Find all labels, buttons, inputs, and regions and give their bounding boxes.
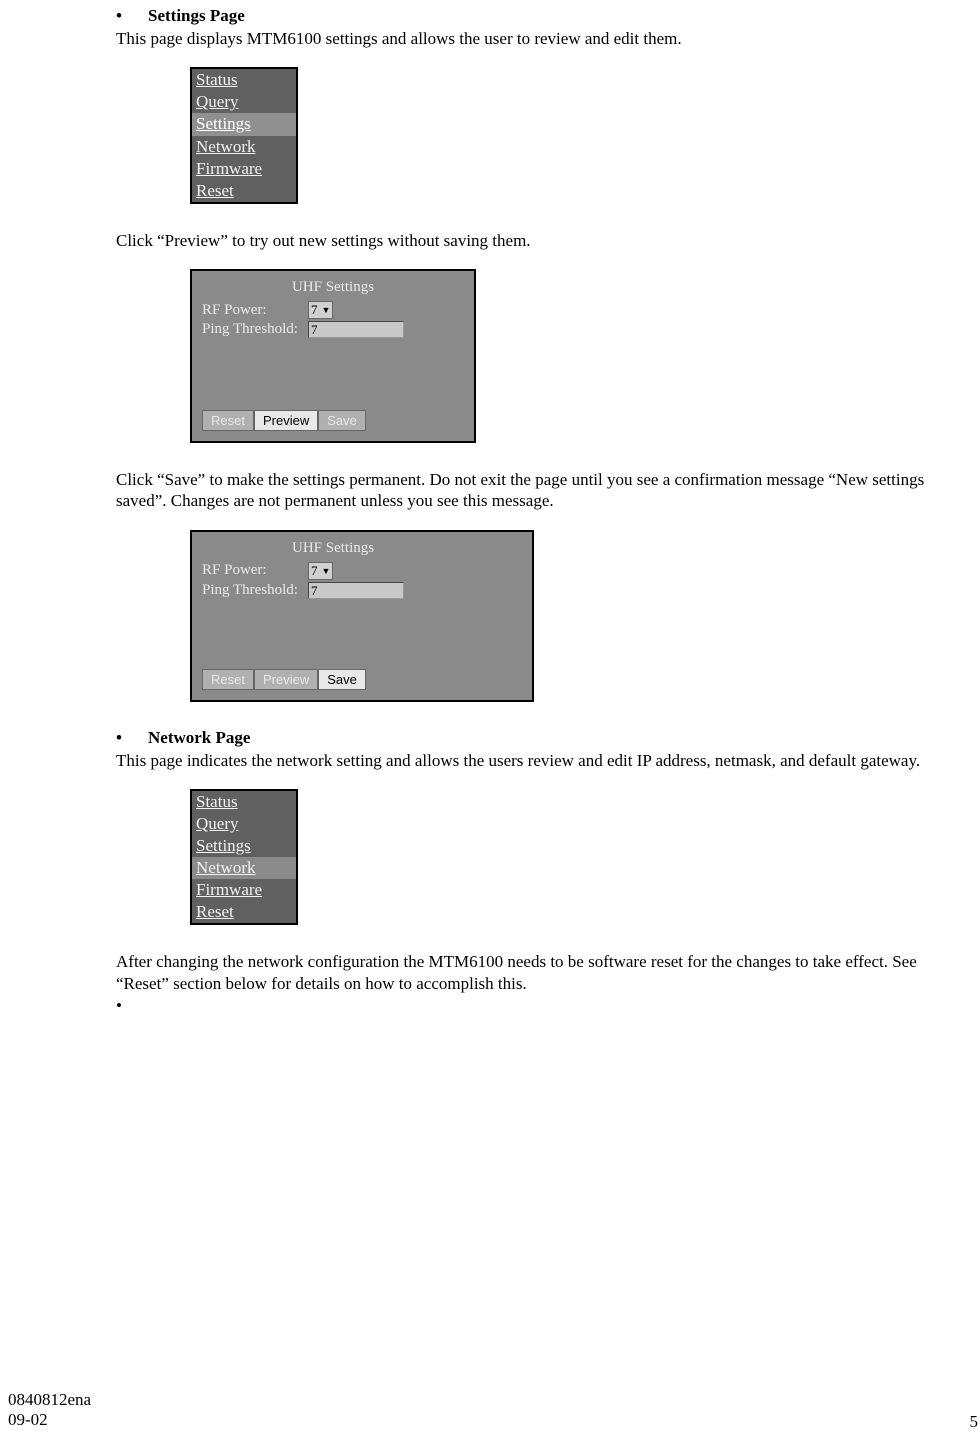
dropdown-arrow-icon-2: ▼ [322,566,331,576]
rf-power-select-2[interactable]: 7▼ [308,562,333,580]
ping-threshold-input-2[interactable]: 7 [308,582,404,599]
menu-item-settings-2[interactable]: Settings [192,835,296,857]
reset-note: After changing the network configuration… [116,951,960,994]
network-intro: This page indicates the network setting … [116,750,960,771]
menu-item-status[interactable]: Status [192,69,296,91]
menu-item-status-2[interactable]: Status [192,791,296,813]
menu-item-firmware[interactable]: Firmware [192,158,296,180]
bullet-icon: • [116,6,148,26]
page-number: 5 [970,1412,979,1432]
ping-threshold-input[interactable]: 7 [308,321,404,338]
ping-threshold-label: Ping Threshold: [202,321,308,338]
settings-heading: •Settings Page [116,6,960,26]
rf-power-label: RF Power: [202,302,308,319]
menu-settings-figure: Status Query Settings Network Firmware R… [190,67,298,204]
uhf-settings-figure-preview: UHF Settings RF Power: 7▼ Ping Threshold… [190,269,476,443]
reset-button[interactable]: Reset [202,410,254,431]
network-heading-text: Network Page [148,728,250,747]
menu-item-firmware-2[interactable]: Firmware [192,879,296,901]
menu-item-reset-2[interactable]: Reset [192,901,296,923]
ping-threshold-label-2: Ping Threshold: [202,582,308,599]
doc-id: 0840812ena [8,1390,91,1410]
uhf-title: UHF Settings [192,271,474,300]
settings-intro: This page displays MTM6100 settings and … [116,28,960,49]
rf-power-select[interactable]: 7▼ [308,301,333,319]
menu-item-query[interactable]: Query [192,91,296,113]
menu-item-settings[interactable]: Settings [192,113,296,135]
menu-item-network-2[interactable]: Network [192,857,296,879]
preview-button[interactable]: Preview [254,410,318,431]
settings-heading-text: Settings Page [148,6,245,25]
menu-item-query-2[interactable]: Query [192,813,296,835]
network-heading: •Network Page [116,728,960,748]
doc-date: 09-02 [8,1410,91,1430]
footer-block: 0840812ena 09-02 [8,1390,91,1430]
menu-network-figure: Status Query Settings Network Firmware R… [190,789,298,926]
rf-power-label-2: RF Power: [202,562,308,579]
preview-text: Click “Preview” to try out new settings … [116,230,960,251]
save-text: Click “Save” to make the settings perman… [116,469,960,512]
uhf-title-2: UHF Settings [192,532,532,561]
reset-button-2[interactable]: Reset [202,669,254,690]
uhf-settings-figure-save: UHF Settings RF Power: 7▼ Ping Threshold… [190,530,534,702]
dropdown-arrow-icon: ▼ [322,305,331,315]
menu-item-reset[interactable]: Reset [192,180,296,202]
preview-button-2[interactable]: Preview [254,669,318,690]
lone-bullet: • [116,996,960,1016]
save-button[interactable]: Save [318,410,366,431]
menu-item-network[interactable]: Network [192,136,296,158]
bullet-icon-2: • [116,728,148,748]
save-button-2[interactable]: Save [318,669,366,690]
